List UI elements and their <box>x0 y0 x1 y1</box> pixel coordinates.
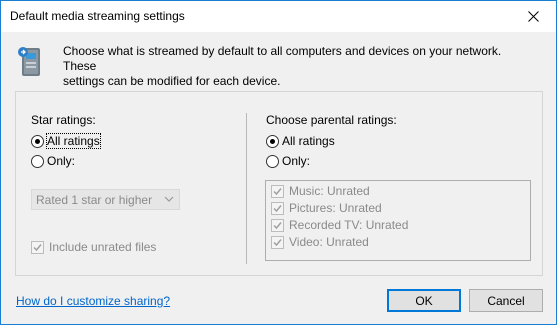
recorded-tv-checkbox[interactable] <box>271 218 284 232</box>
close-icon <box>527 11 539 22</box>
radio-button-unchecked[interactable] <box>31 154 44 168</box>
include-unrated-checkbox[interactable] <box>31 240 44 254</box>
ok-button[interactable]: OK <box>387 289 461 312</box>
checkmark-icon <box>33 243 42 251</box>
ok-button-label: OK <box>415 293 433 308</box>
radio-button-checked[interactable] <box>31 134 44 148</box>
parental-all-ratings-label: All ratings <box>282 134 335 148</box>
include-unrated-label: Include unrated files <box>49 240 157 254</box>
video-checkbox[interactable] <box>271 235 284 249</box>
checkmark-icon <box>273 221 282 229</box>
star-ratings-label: Star ratings: <box>31 113 96 127</box>
video-rating-label: Video: Unrated <box>289 235 369 249</box>
cancel-button[interactable]: Cancel <box>469 289 543 312</box>
checkmark-icon <box>273 187 282 195</box>
parental-ratings-label: Choose parental ratings: <box>266 113 397 127</box>
media-streaming-dialog: Default media streaming settings Choose … <box>0 0 557 325</box>
star-rating-dropdown[interactable]: Rated 1 star or higher <box>31 189 180 210</box>
customize-sharing-help-link[interactable]: How do I customize sharing? <box>16 294 170 308</box>
pictures-checkbox[interactable] <box>271 201 284 215</box>
parental-all-ratings-radio[interactable]: All ratings <box>266 133 335 149</box>
intro-description: Choose what is streamed by default to al… <box>63 44 533 89</box>
star-all-ratings-label: All ratings <box>46 133 101 149</box>
chevron-down-icon <box>164 196 174 202</box>
close-button[interactable] <box>510 1 556 32</box>
section-divider <box>246 113 247 264</box>
intro-line-1: Choose what is streamed by default to al… <box>63 44 502 73</box>
music-rating-label: Music: Unrated <box>289 184 370 198</box>
parental-only-radio[interactable]: Only: <box>266 153 310 169</box>
checkmark-icon <box>273 238 282 246</box>
recorded-tv-rating-label: Recorded TV: Unrated <box>289 218 409 232</box>
intro-line-2: settings can be modified for each device… <box>63 74 281 88</box>
star-only-label: Only: <box>47 154 76 168</box>
cancel-button-label: Cancel <box>487 293 525 308</box>
parental-only-label: Only: <box>282 154 311 168</box>
star-all-ratings-radio[interactable]: All ratings <box>31 133 101 149</box>
radio-button-unchecked[interactable] <box>266 154 279 168</box>
pictures-rating-label: Pictures: Unrated <box>289 201 382 215</box>
list-item[interactable]: Music: Unrated <box>271 183 370 199</box>
window-title: Default media streaming settings <box>10 9 185 23</box>
title-bar: Default media streaming settings <box>1 1 556 32</box>
star-rating-dropdown-value: Rated 1 star or higher <box>36 192 153 207</box>
list-item[interactable]: Video: Unrated <box>271 234 369 250</box>
star-only-radio[interactable]: Only: <box>31 153 75 169</box>
music-checkbox[interactable] <box>271 184 284 198</box>
list-item[interactable]: Pictures: Unrated <box>271 200 382 216</box>
media-device-icon <box>18 47 40 76</box>
checkmark-icon <box>273 204 282 212</box>
list-item[interactable]: Recorded TV: Unrated <box>271 217 408 233</box>
radio-button-checked[interactable] <box>266 134 279 148</box>
include-unrated-checkbox-row[interactable]: Include unrated files <box>31 239 156 255</box>
